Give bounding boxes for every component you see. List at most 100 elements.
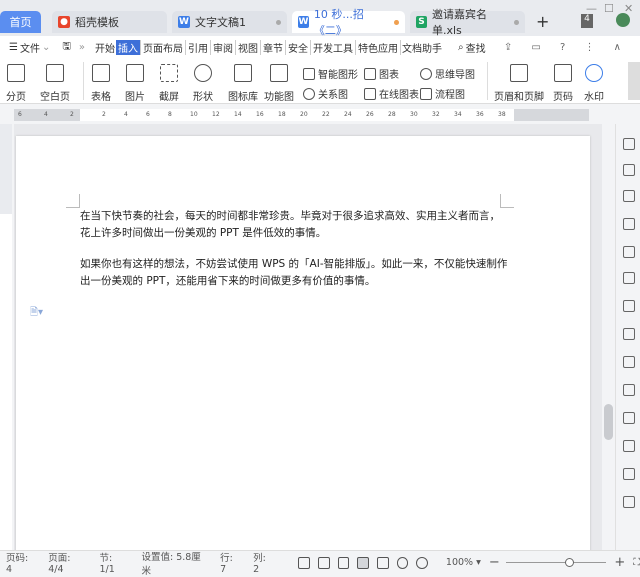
translate-icon[interactable] <box>623 440 635 452</box>
zoom-slider-knob[interactable] <box>565 558 575 567</box>
tab-home[interactable]: 首页 <box>0 11 41 33</box>
search-label[interactable]: 查找 <box>465 40 487 55</box>
tab-active-doc[interactable]: W 10 秒...招《二》 <box>292 8 405 37</box>
menu-review[interactable]: 审阅 <box>211 39 237 55</box>
tab-bar: 首页 ● 稻壳模板 W 文字文稿1 W 10 秒...招《二》 S 邀请嘉宾名单.xls… <box>0 0 640 37</box>
edit-icon[interactable] <box>623 138 635 150</box>
page-count[interactable]: 页面: 4/4 <box>48 550 87 575</box>
menu-security[interactable]: 安全 <box>286 39 312 55</box>
menu-file[interactable]: 文件 <box>19 40 41 55</box>
paragraph-icon[interactable]: 🗎▾ <box>30 305 43 322</box>
tab-label: 文字文稿1 <box>195 16 246 29</box>
chevron-down-icon: ⌄ <box>41 41 51 53</box>
pen-icon[interactable] <box>337 556 350 569</box>
read-mode-icon[interactable] <box>317 556 330 569</box>
vertical-ruler[interactable] <box>0 124 12 550</box>
help-icon[interactable] <box>623 496 635 508</box>
watermark-icon <box>585 64 603 82</box>
settings-icon[interactable] <box>623 272 635 284</box>
vertical-scrollbar[interactable] <box>602 124 615 550</box>
fullscreen-icon[interactable] <box>298 556 310 569</box>
menu-features[interactable]: 特色应用 <box>356 39 402 55</box>
settings-icon[interactable] <box>623 300 635 312</box>
scroll-thumb[interactable] <box>604 404 613 440</box>
ruler-tick: 14 <box>234 111 242 118</box>
mindmap-button[interactable]: 思维导图 <box>420 66 475 81</box>
zoom-slider[interactable] <box>505 558 607 567</box>
col-number: 列: 2 <box>253 553 266 575</box>
clipboard-icon[interactable] <box>623 384 635 396</box>
header-footer-button[interactable]: 页眉和页脚 <box>494 64 544 103</box>
web-view-icon[interactable] <box>396 556 409 569</box>
blank-page-button[interactable]: 空白页 <box>40 64 70 103</box>
select-icon[interactable] <box>623 164 635 176</box>
tab-daoke[interactable]: ● 稻壳模板 <box>52 11 167 33</box>
table-icon[interactable] <box>623 246 635 258</box>
picture-button[interactable]: 图片 <box>125 64 145 103</box>
menu-assistant[interactable]: 文档助手 <box>401 40 443 55</box>
menu-reference[interactable]: 引用 <box>186 39 212 55</box>
online-chart-button[interactable]: 在线图表 <box>364 86 419 101</box>
menu-developer[interactable]: 开发工具 <box>311 39 357 55</box>
outline-icon[interactable] <box>376 556 389 569</box>
menu-insert[interactable]: 插入 <box>116 39 142 55</box>
shape-icon[interactable] <box>623 190 635 202</box>
tab-doc1[interactable]: W 文字文稿1 <box>172 11 287 33</box>
page-number[interactable]: 页码: 4 <box>6 550 36 575</box>
maximize-icon[interactable]: ☐ <box>604 2 614 15</box>
zoom-level[interactable]: 100% <box>446 557 473 568</box>
label: 页码 <box>553 92 573 103</box>
page[interactable]: 在当下快节奏的社会，每天的时间都非常珍贵。毕竟对于很多追求高效、实用主义者而言，… <box>16 136 590 550</box>
image-icon[interactable] <box>623 328 635 340</box>
margin-mark <box>500 194 514 208</box>
menu-view[interactable]: 视图 <box>236 39 262 55</box>
tab-xls[interactable]: S 邀请嘉宾名单.xls <box>410 8 525 37</box>
relation-icon <box>303 87 315 100</box>
flowchart-button[interactable]: 流程图 <box>420 86 465 101</box>
table-button[interactable]: 表格 <box>91 64 111 103</box>
help-icon[interactable]: ⇪ ▭ ? ⋮ ∧ <box>503 42 630 53</box>
smart-graphic-button[interactable]: 智能图形 <box>303 66 358 81</box>
watermark-button[interactable]: 水印 <box>584 64 604 103</box>
chart-button[interactable]: 图表 <box>364 66 399 81</box>
save-icon[interactable]: 🖫 <box>61 39 72 56</box>
tab-count[interactable]: 4 <box>581 14 593 28</box>
function-chart-button[interactable]: 功能图 <box>264 64 294 103</box>
chevron-down-icon[interactable]: ▾ <box>476 557 481 568</box>
menu-bar: ☰ 文件 ⌄ 🖫 » 开始 插入 页面布局 引用 审阅 视图 章节 安全 开发工具… <box>0 36 640 58</box>
label: 思维导图 <box>435 70 475 81</box>
backup-icon[interactable] <box>623 468 635 480</box>
zoom-in-icon[interactable]: + <box>614 555 625 570</box>
hamburger-icon[interactable]: ☰ <box>8 42 19 53</box>
ruler-tick: 34 <box>454 111 462 118</box>
label: 分页 <box>6 92 26 103</box>
screenshot-button[interactable]: 截屏 <box>159 64 179 103</box>
menu-layout[interactable]: 页面布局 <box>141 39 187 55</box>
more-icon[interactable]: » <box>78 42 86 53</box>
icon-library-button[interactable]: 图标库 <box>228 64 258 103</box>
close-icon[interactable]: ✕ <box>624 2 633 15</box>
page-number-button[interactable]: 页码 <box>553 64 573 103</box>
eye-protection-icon[interactable] <box>416 556 428 569</box>
archive-icon[interactable] <box>623 412 635 424</box>
relation-chart-button[interactable]: 关系图 <box>303 86 348 101</box>
new-tab-icon[interactable]: + <box>536 12 549 31</box>
document-area[interactable]: 在当下快节奏的社会，每天的时间都非常珍贵。毕竟对于很多追求高效、实用主义者而言，… <box>14 124 602 550</box>
share-icon[interactable] <box>623 356 635 368</box>
horizontal-ruler[interactable]: 6 4 2 2 4 6 8 10 12 14 16 18 20 22 24 26 28 30 32 34 36 38 <box>14 109 589 121</box>
paragraph[interactable]: 如果你也有这样的想法，不妨尝试使用 WPS 的「AI-智能排版」。如此一来，不仅… <box>80 256 510 290</box>
ribbon-scroll-right[interactable] <box>628 62 640 100</box>
setting-value: 设置值: 5.8厘米 <box>141 551 201 577</box>
zoom-out-icon[interactable]: − <box>489 555 500 570</box>
page-view-icon[interactable] <box>357 556 369 569</box>
style-icon[interactable] <box>623 218 635 230</box>
menu-section[interactable]: 章节 <box>261 39 287 55</box>
fit-icon[interactable]: ⛶ <box>633 557 640 568</box>
avatar[interactable] <box>616 13 630 27</box>
menu-start[interactable]: 开始 <box>94 40 116 55</box>
minimize-icon[interactable]: — <box>586 2 597 15</box>
page-break-button[interactable]: 分页 <box>6 64 26 103</box>
shape-button[interactable]: 形状 <box>193 64 213 103</box>
search-icon[interactable]: ⌕ <box>457 42 465 53</box>
paragraph[interactable]: 在当下快节奏的社会，每天的时间都非常珍贵。毕竟对于很多追求高效、实用主义者而言，… <box>80 208 510 242</box>
